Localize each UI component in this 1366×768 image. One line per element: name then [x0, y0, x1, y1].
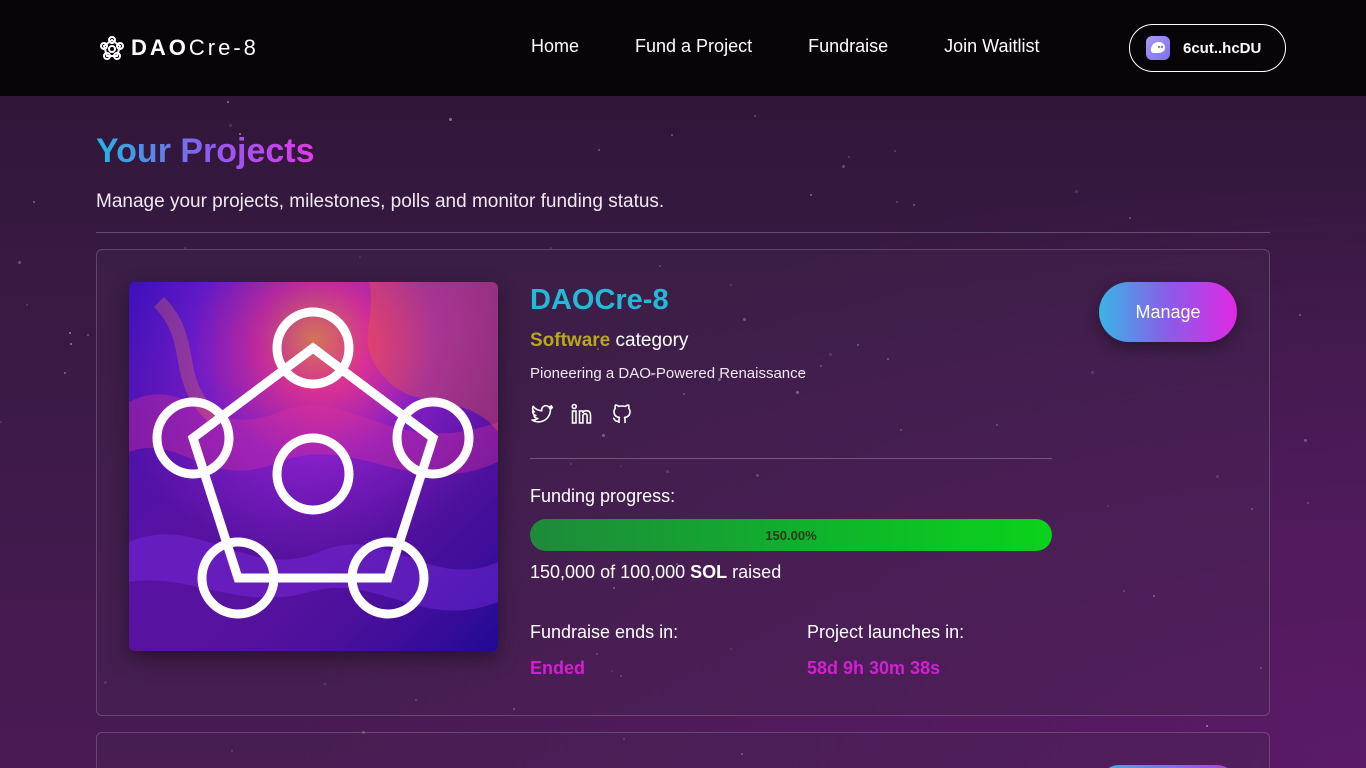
star-decoration [70, 343, 72, 345]
main-nav: Home Fund a Project Fundraise Join Waitl… [531, 36, 1039, 57]
funding-progress-percent: 150.00% [765, 527, 817, 543]
star-decoration [229, 124, 232, 127]
star-decoration [848, 156, 850, 158]
star-decoration [842, 165, 845, 168]
nav-fund-a-project[interactable]: Fund a Project [635, 36, 752, 57]
star-decoration [1304, 439, 1307, 442]
raised-suffix: raised [727, 562, 782, 582]
star-decoration [18, 261, 21, 264]
raised-currency: SOL [690, 562, 728, 582]
category-value: Software [530, 330, 611, 351]
star-decoration [26, 304, 28, 306]
star-decoration [1206, 725, 1208, 727]
project-launch-label: Project launches in: [807, 622, 965, 642]
brand-name: DAOCre-8 [131, 35, 259, 60]
star-decoration [1307, 502, 1309, 504]
brand-logo[interactable]: DAOCre-8 [97, 33, 259, 63]
wallet-button[interactable]: 6cut..hcDU [1129, 24, 1286, 72]
star-decoration [913, 204, 915, 206]
star-decoration [896, 201, 898, 203]
manage-button[interactable]: Manage [1099, 282, 1237, 342]
star-decoration [0, 421, 2, 423]
project-tagline: Pioneering a DAO-Powered Renaissance [530, 365, 806, 382]
project-launch-countdown: 58d 9h 30m 38s [807, 658, 941, 678]
star-decoration [69, 332, 71, 334]
fundraise-ends-label: Fundraise ends in: [530, 622, 679, 642]
star-decoration [1129, 217, 1131, 219]
linkedin-icon[interactable] [570, 402, 594, 426]
project-image [129, 282, 498, 651]
nav-join-waitlist[interactable]: Join Waitlist [944, 36, 1039, 57]
project-card [96, 732, 1270, 768]
star-decoration [64, 372, 66, 374]
funding-progress-bar: 150.00% [530, 519, 1052, 551]
star-decoration [754, 115, 756, 117]
star-decoration [1075, 190, 1078, 193]
star-decoration [227, 101, 229, 103]
star-decoration [87, 334, 89, 336]
funds-raised: 150,000 of 100,000 SOL raised [530, 562, 781, 583]
phantom-wallet-icon [1146, 36, 1170, 60]
star-decoration [1299, 314, 1301, 316]
funding-progress-label: Funding progress: [530, 486, 676, 506]
daocre8-logo-icon [100, 36, 124, 60]
star-decoration [449, 118, 452, 121]
project-category: Software category [530, 330, 688, 352]
fundraise-ends-value: Ended [530, 658, 586, 678]
star-decoration [598, 149, 600, 151]
project-name: DAOCre-8 [530, 284, 669, 316]
github-icon[interactable] [610, 402, 634, 426]
twitter-icon[interactable] [530, 402, 554, 426]
star-decoration [671, 134, 673, 136]
divider [96, 232, 1270, 233]
nav-fundraise[interactable]: Fundraise [808, 36, 888, 57]
star-decoration [810, 194, 812, 196]
category-suffix: category [610, 330, 689, 351]
social-links [530, 402, 650, 426]
star-decoration [894, 150, 896, 152]
raised-amount: 150,000 of 100,000 [530, 562, 691, 582]
page-subtitle: Manage your projects, milestones, polls … [96, 191, 665, 212]
top-navigation-bar: DAOCre-8 Home Fund a Project Fundraise J… [0, 0, 1366, 96]
star-decoration [33, 201, 35, 203]
page-title: Your Projects [96, 132, 315, 170]
funding-progress-fill: 150.00% [530, 519, 1052, 551]
wallet-address: 6cut..hcDU [1183, 39, 1262, 57]
divider [530, 458, 1052, 459]
nav-home[interactable]: Home [531, 36, 579, 57]
